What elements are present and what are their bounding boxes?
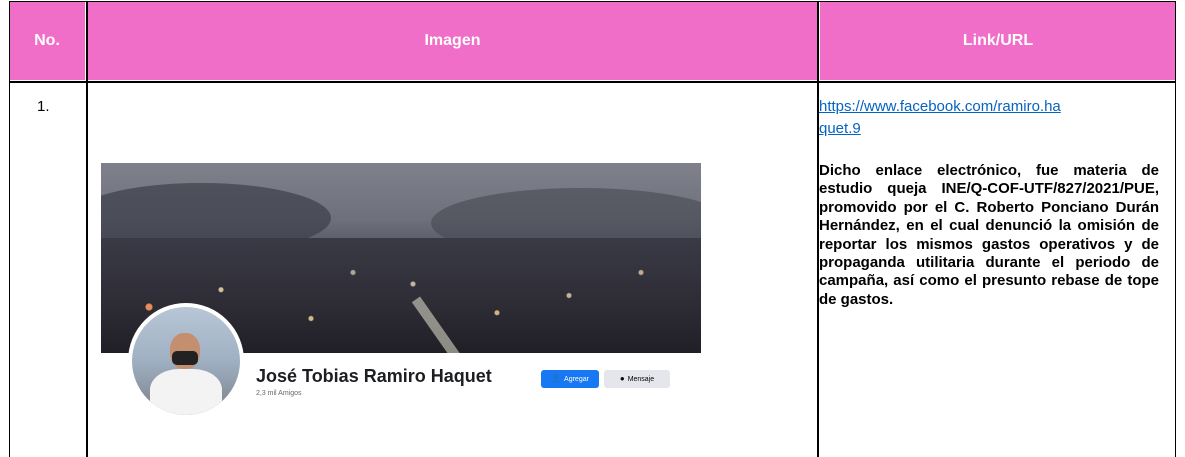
link-description: Dicho enlace electrónico, fue materia de… [819, 162, 1159, 308]
header-link: Link/URL [820, 1, 1176, 80]
profile-name: José Tobias Ramiro Haquet [256, 366, 492, 386]
header-image: Imagen [88, 1, 817, 80]
table-border-top [9, 1, 1176, 2]
user-plus-icon: 👤 [551, 374, 562, 383]
column-divider-1 [86, 1, 88, 457]
header-no: No. [9, 1, 85, 80]
header-divider [9, 81, 1176, 83]
avatar [128, 303, 244, 419]
friends-count: 2,3 mil Amigos [256, 390, 302, 397]
table-border-right [1175, 1, 1176, 457]
facebook-profile-screenshot: José Tobias Ramiro Haquet 2,3 mil Amigos… [101, 163, 701, 457]
add-friend-label: Agregar [564, 375, 589, 383]
profile-link-line2[interactable]: quet.9 [819, 120, 861, 137]
message-label: Mensaje [627, 375, 655, 383]
message-button: ● Mensaje [604, 370, 670, 388]
add-friend-button: 👤 Agregar [541, 370, 599, 388]
profile-link[interactable]: https://www.facebook.com/ramiro.ha quet.… [819, 96, 1159, 140]
row-number: 1. [37, 98, 50, 115]
table-border-left [9, 1, 10, 457]
profile-link-line1[interactable]: https://www.facebook.com/ramiro.ha [819, 98, 1061, 115]
messenger-icon: ● [619, 374, 625, 383]
